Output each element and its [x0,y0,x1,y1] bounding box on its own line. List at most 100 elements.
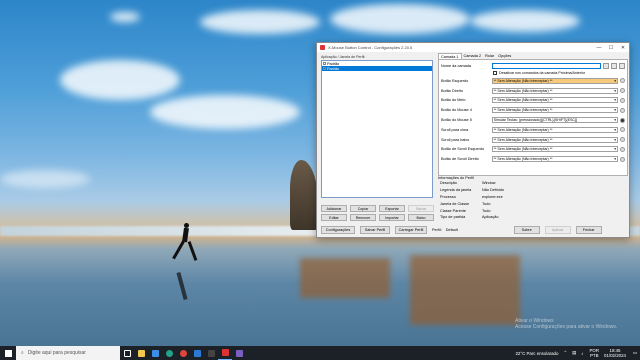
cloud [150,95,300,129]
chrome-icon[interactable] [176,346,190,360]
activate-windows-watermark: Ativar o Windows Acesse Configurações pa… [515,318,618,330]
weather-widget[interactable]: 22°C Parc ensolarado [515,351,558,356]
profile-list[interactable]: Padrão Padrão [321,60,433,198]
info-row: Descrição Window [440,181,496,185]
terminal-icon[interactable] [204,346,218,360]
tree-toggle-icon[interactable] [323,67,326,70]
taskbar-search-input[interactable]: ⌕ Digite aqui para pesquisar [16,346,120,360]
layer-name-label: Nome da camada [441,63,471,68]
tab-strip: Camada 1 Camada 2 Rolar Opções [438,53,628,60]
layer-refresh-button[interactable] [611,62,618,69]
button-mapping-select[interactable]: ** Sem Alteração (Não interceptar) ** ▾ [491,87,619,94]
app-icon [320,45,325,50]
move-down-button[interactable]: Baixo [408,214,434,221]
tab-layer-1[interactable]: Camada 1 [438,53,462,59]
add-button[interactable]: Adicionar [321,205,347,212]
minimize-button[interactable]: — [593,43,605,52]
import-button[interactable]: Importar [379,214,405,221]
tree-toggle-icon[interactable] [323,62,326,65]
tab-options[interactable]: Opções [496,53,513,59]
gear-icon[interactable] [620,127,626,133]
export-button[interactable]: Exportar [379,205,405,212]
language-indicator[interactable]: POR PTB [590,348,600,358]
button-mapping-select[interactable]: ** Sem Alteração (Não interceptar) ** ▾ [491,126,619,133]
runner-figure [187,241,198,261]
profile-value: Default [445,228,458,232]
gear-icon[interactable] [620,146,626,152]
title-bar[interactable]: X-Mouse Button Control - Configurações 2… [317,43,629,52]
button-mapping-row: Botão Esquerdo ** Sem Alteração (Não int… [441,76,626,86]
info-row: Tipo de partida Aplicação [440,215,499,220]
edge-icon[interactable] [162,346,176,360]
save-button[interactable]: Salvar [408,205,434,212]
button-mapping-label: Botão de Scroll Esquerdo [441,147,485,152]
photos-icon[interactable] [190,346,204,360]
volume-icon[interactable]: ♪ [581,351,583,356]
button-mapping-label: Botão do Mouse 5 [441,118,472,123]
settings-panel: Camada 1 Camada 2 Rolar Opções Nome da c… [438,53,628,176]
chevron-down-icon: ▾ [614,98,617,103]
about-button[interactable]: Sobre [513,226,540,234]
maximize-button[interactable]: ☐ [605,43,617,52]
taskbar: ⌕ Digite aqui para pesquisar 22°C Parc e… [0,346,640,360]
button-mapping-label: Scroll para cima [441,127,469,132]
button-mapping-select[interactable]: ** Sem Alteração (Não interceptar) ** ▾ [491,107,619,114]
close-window-button[interactable]: Fechar [575,226,602,234]
notification-icon[interactable]: ▭ [630,346,640,360]
button-mapping-select[interactable]: Simular Teclas: (pressionado)[{CTRL}{SHI… [491,117,619,124]
window-title: X-Mouse Button Control - Configurações 2… [328,45,413,50]
cloud [470,10,580,32]
system-tray: 22°C Parc ensolarado ⌃ ▤ ♪ POR PTB 18:45… [510,346,640,360]
button-mapping-label: Botão Direito [441,88,463,93]
button-mapping-select[interactable]: ** Sem Alteração (Não interceptar) ** ▾ [491,146,619,153]
button-mapping-row: Botão de Scroll Direito ** Sem Alteração… [441,154,626,164]
button-mapping-label: Botão do Meio [441,98,466,103]
edit-button[interactable]: Editar [321,214,347,221]
button-mapping-row: Botão do Mouse 4 ** Sem Alteração (Não i… [441,105,626,115]
gear-icon[interactable] [620,137,626,143]
bottom-bar: Configurações Salvar Perfil Carregar Per… [321,226,627,234]
profile-item-label: Padrão [327,61,340,66]
file-explorer-icon[interactable] [134,346,148,360]
runner-figure [182,227,189,243]
task-view-icon[interactable] [120,346,134,360]
gear-icon[interactable] [620,156,626,162]
cloud [0,170,90,188]
network-icon[interactable]: ▤ [572,350,576,356]
other-app-icon[interactable] [232,346,246,360]
apply-button[interactable]: Aplicar [544,226,571,234]
tab-scroll[interactable]: Rolar [483,53,496,59]
copy-button[interactable]: Copiar [350,205,376,212]
button-mapping-select[interactable]: ** Sem Alteração (Não interceptar) ** ▾ [491,156,619,163]
settings-button[interactable]: Configurações [321,226,355,234]
layer-name-input[interactable] [492,62,602,69]
load-profile-button[interactable]: Carregar Perfil [395,226,427,234]
info-row: Classe Parente Tudo [440,208,491,213]
button-mapping-row: Botão do Mouse 5 Simular Teclas: (pressi… [441,115,626,125]
gear-icon[interactable] [620,117,626,123]
layer-menu-button[interactable] [619,62,625,69]
start-button[interactable] [0,346,16,360]
cloud [330,4,470,34]
xmouse-icon[interactable] [218,346,232,360]
profile-info: Informações do Perfil Descrição Window Le… [438,176,628,222]
remove-button[interactable]: Remover [350,214,376,221]
button-mapping-select[interactable]: ** Sem Alteração (Não interceptar) ** ▾ [491,136,619,143]
gear-icon[interactable] [620,78,626,84]
xmouse-window: X-Mouse Button Control - Configurações 2… [316,42,630,238]
gear-icon[interactable] [620,107,626,113]
tab-layer-2[interactable]: Camada 2 [462,53,484,59]
layer-color-button[interactable] [603,62,610,69]
search-icon: ⌕ [21,350,24,356]
button-mapping-select[interactable]: ** Sem Alteração (Não interceptar) ** ▾ [491,97,619,104]
clock[interactable]: 18:45 01/02/2024 [604,348,626,358]
store-icon[interactable] [148,346,162,360]
gear-icon[interactable] [620,97,626,103]
disable-layer-checkbox[interactable] [493,71,497,75]
gear-icon[interactable] [620,88,626,94]
button-mapping-select[interactable]: ** Sem Alteração (Não interceptar) ** ▾ [491,77,619,84]
save-profile-button[interactable]: Salvar Perfil [360,226,390,234]
profile-item-selected[interactable]: Padrão [322,66,432,71]
close-button[interactable]: ✕ [617,43,629,52]
chevron-up-icon[interactable]: ⌃ [563,350,567,356]
